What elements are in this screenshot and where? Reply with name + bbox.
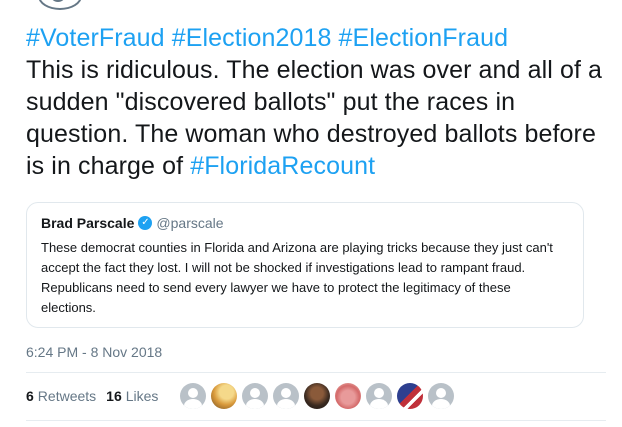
liker-avatar[interactable]	[304, 383, 331, 409]
tweet-stats: 6 Retweets 16 Likes	[26, 381, 459, 411]
tweet-hashtags-line: #VoterFraud #Election2018 #ElectionFraud	[26, 22, 606, 54]
tweet-text: #VoterFraud #Election2018 #ElectionFraud…	[26, 22, 606, 182]
quoted-tweet-text: These democrat counties in Florida and A…	[41, 240, 553, 315]
likes-stat[interactable]: 16 Likes	[106, 388, 158, 404]
hashtag-link[interactable]: #FloridaRecount	[190, 152, 375, 180]
liker-avatar[interactable]	[211, 383, 238, 409]
liker-avatar[interactable]	[242, 383, 269, 409]
hashtag-link[interactable]: #ElectionFraud	[339, 24, 509, 52]
tweet-timestamp[interactable]: 6:24 PM - 8 Nov 2018	[26, 344, 162, 360]
quoted-tweet-card[interactable]: Brad Parscale ✓ @parscale These democrat…	[26, 202, 584, 328]
liker-avatar[interactable]	[397, 383, 424, 409]
hashtag-link[interactable]: #VoterFraud	[26, 24, 165, 52]
divider	[26, 372, 606, 373]
verified-badge-icon: ✓	[138, 216, 153, 230]
hashtag-link[interactable]: #Election2018	[172, 24, 332, 52]
liker-avatar[interactable]	[428, 383, 455, 409]
retweets-count: 6	[26, 388, 34, 404]
likes-label: Likes	[125, 388, 159, 404]
quoted-author-name[interactable]: Brad Parscale	[41, 214, 134, 232]
divider	[26, 420, 606, 421]
liker-avatar[interactable]	[366, 383, 393, 409]
likes-count: 16	[106, 388, 122, 404]
liker-avatars	[180, 383, 459, 409]
quoted-author-handle[interactable]: @parscale	[156, 214, 223, 232]
liker-avatar[interactable]	[335, 383, 362, 409]
quoted-tweet-header: Brad Parscale ✓ @parscale	[41, 214, 569, 232]
retweets-label: Retweets	[37, 388, 97, 404]
retweets-stat[interactable]: 6 Retweets	[26, 388, 96, 404]
author-avatar[interactable]	[38, 0, 82, 10]
liker-avatar[interactable]	[273, 383, 300, 409]
liker-avatar[interactable]	[180, 383, 207, 409]
